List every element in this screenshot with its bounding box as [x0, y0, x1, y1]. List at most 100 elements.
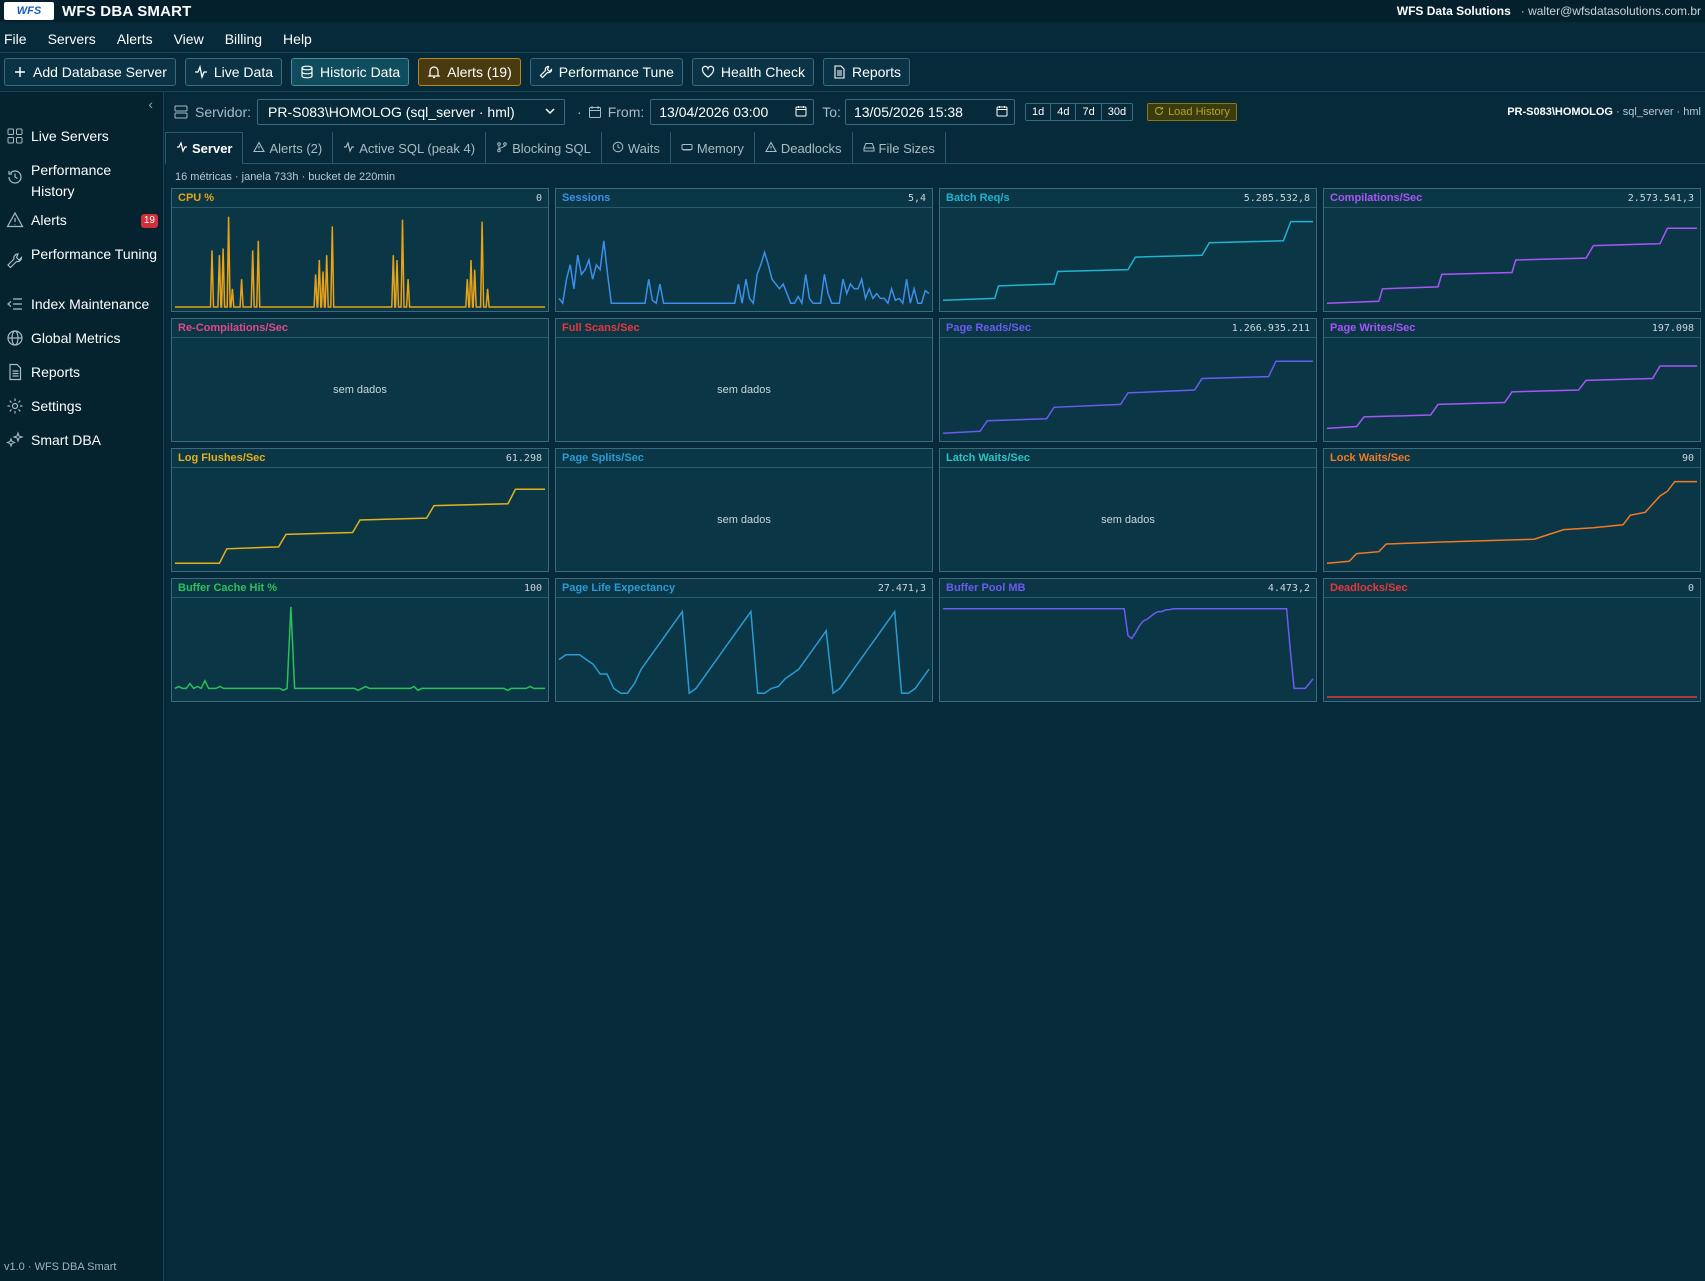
metric-header: Page Reads/Sec 1.266.935.211	[940, 319, 1316, 338]
tab-blocking-sql[interactable]: Blocking SQL	[486, 132, 602, 164]
sidebar-item-global-metrics[interactable]: Global Metrics	[0, 328, 164, 362]
version-label: v1.0 · WFS DBA Smart	[4, 1261, 117, 1273]
tab-active-sql[interactable]: Active SQL (peak 4)	[333, 132, 487, 164]
tab-alerts[interactable]: Alerts (2)	[243, 132, 334, 164]
metric-header: Page Splits/Sec	[556, 449, 932, 468]
metric-chart	[1324, 599, 1700, 701]
metric-chart-svg	[174, 606, 545, 692]
metric-title: Page Reads/Sec	[946, 322, 1031, 334]
app-logo: WFS	[4, 2, 54, 20]
add-database-server-button[interactable]: Add Database Server	[4, 58, 176, 86]
metric-panel: Page Life Expectancy 27.471,3	[555, 578, 933, 702]
metric-panel: Sessions 5,4	[555, 188, 933, 312]
metric-header: Page Writes/Sec 197.098	[1324, 319, 1700, 338]
server-info: PR-S083\HOMOLOG · sql_server · hml	[1507, 106, 1701, 118]
historic-data-button[interactable]: Historic Data	[291, 58, 410, 86]
wrench-icon	[539, 65, 553, 79]
metric-panel: Buffer Cache Hit % 100	[171, 578, 549, 702]
metric-title: Buffer Pool MB	[946, 582, 1026, 594]
reports-button[interactable]: Reports	[822, 58, 910, 86]
health-check-button[interactable]: Health Check	[691, 58, 814, 86]
metric-header: Batch Req/s 5.285.532,8	[940, 189, 1316, 208]
metric-chart-svg	[943, 607, 1314, 690]
metric-panel: Full Scans/Sec sem dados	[555, 318, 933, 442]
calendar-icon[interactable]	[795, 104, 807, 120]
live-data-button[interactable]: Live Data	[184, 58, 283, 86]
separator-dot: ·	[577, 104, 582, 120]
load-history-button[interactable]: Load History	[1147, 103, 1237, 121]
tab-deadlocks[interactable]: Deadlocks	[755, 132, 853, 164]
metric-value: 90	[1681, 452, 1694, 464]
range-30d-button[interactable]: 30d	[1102, 104, 1132, 120]
sidebar-item-performance-history[interactable]: Performance History	[0, 160, 164, 210]
menu-help[interactable]: Help	[283, 31, 312, 47]
metric-value: 61.298	[505, 452, 542, 464]
from-date-input[interactable]: 13/04/2026 03:00	[650, 99, 815, 125]
menu-bar: File Servers Alerts View Billing Help	[0, 26, 1705, 52]
metric-chart	[172, 599, 548, 701]
metric-title: Re-Compilations/Sec	[178, 322, 289, 334]
server-icon	[173, 104, 189, 120]
metric-series-line	[174, 606, 545, 692]
menu-view[interactable]: View	[174, 31, 204, 47]
plus-icon	[13, 65, 27, 79]
heart-icon	[701, 65, 715, 79]
menu-servers[interactable]: Servers	[48, 31, 96, 47]
clock-icon	[612, 141, 624, 156]
tab-file-sizes[interactable]: File Sizes	[853, 132, 946, 164]
performance-tune-label: Performance Tune	[558, 64, 674, 80]
sidebar-item-live-servers[interactable]: Live Servers	[0, 126, 164, 160]
tab-server[interactable]: Server	[165, 132, 244, 165]
metric-value: 0	[1687, 582, 1694, 594]
metric-chart	[940, 599, 1316, 701]
tab-label: Server	[192, 140, 233, 156]
range-7d-button[interactable]: 7d	[1076, 104, 1102, 120]
list-indent-icon	[6, 295, 24, 313]
tab-waits[interactable]: Waits	[602, 132, 671, 164]
range-1d-button[interactable]: 1d	[1026, 104, 1052, 120]
metric-header: Buffer Pool MB 4.473,2	[940, 579, 1316, 598]
company-name: WFS Data Solutions	[1396, 4, 1511, 18]
reports-label: Reports	[851, 64, 901, 80]
sidebar-item-settings[interactable]: Settings	[0, 396, 164, 430]
metric-value: 4.473,2	[1267, 582, 1310, 594]
tab-label: Alerts (2)	[269, 140, 323, 156]
sparkles-icon	[6, 431, 24, 449]
document-icon	[832, 65, 846, 79]
sidebar: ‹ Live Servers Performance History Alert…	[0, 92, 164, 1281]
metric-panel: Lock Waits/Sec 90	[1323, 448, 1701, 572]
metric-panel: Deadlocks/Sec 0	[1323, 578, 1701, 702]
sidebar-item-performance-tuning[interactable]: Performance Tuning	[0, 244, 164, 294]
metric-value: 5.285.532,8	[1243, 192, 1310, 204]
menu-billing[interactable]: Billing	[225, 31, 262, 47]
metric-panel: Page Splits/Sec sem dados	[555, 448, 933, 572]
calendar-icon	[588, 105, 602, 119]
metric-header: Latch Waits/Sec	[940, 449, 1316, 468]
filter-bar: Servidor: PR-S083\HOMOLOG (sql_server · …	[165, 92, 1705, 132]
sidebar-item-index-maintenance[interactable]: Index Maintenance	[0, 294, 164, 328]
historic-data-label: Historic Data	[320, 64, 401, 80]
performance-tune-button[interactable]: Performance Tune	[529, 58, 683, 86]
metric-title: Page Life Expectancy	[562, 582, 676, 594]
sidebar-item-alerts[interactable]: Alerts 19	[0, 210, 164, 244]
tab-memory[interactable]: Memory	[671, 132, 755, 164]
range-4d-button[interactable]: 4d	[1051, 104, 1077, 120]
to-date-input[interactable]: 13/05/2026 15:38	[844, 99, 1015, 125]
menu-alerts[interactable]: Alerts	[117, 31, 153, 47]
server-select[interactable]: PR-S083\HOMOLOG (sql_server · hml)	[257, 99, 566, 125]
menu-file[interactable]: File	[4, 31, 27, 47]
metric-panel: CPU % 0	[171, 188, 549, 312]
metric-series-line	[942, 220, 1313, 302]
alerts-button[interactable]: Alerts (19)	[418, 58, 521, 86]
collapse-sidebar-icon[interactable]: ‹	[148, 96, 153, 112]
metric-chart-svg	[1326, 480, 1697, 564]
account-info: WFS Data Solutions · walter@wfsdatasoluti…	[1397, 4, 1701, 18]
tab-label: Active SQL (peak 4)	[359, 140, 476, 156]
activity-icon	[343, 140, 355, 156]
sidebar-item-smart-dba[interactable]: Smart DBA	[0, 430, 164, 464]
metric-series-line	[1326, 365, 1697, 430]
metric-value: 197.098	[1651, 322, 1694, 334]
calendar-icon[interactable]	[996, 104, 1008, 120]
sidebar-item-reports[interactable]: Reports	[0, 362, 164, 396]
alert-triangle-icon	[6, 211, 24, 229]
